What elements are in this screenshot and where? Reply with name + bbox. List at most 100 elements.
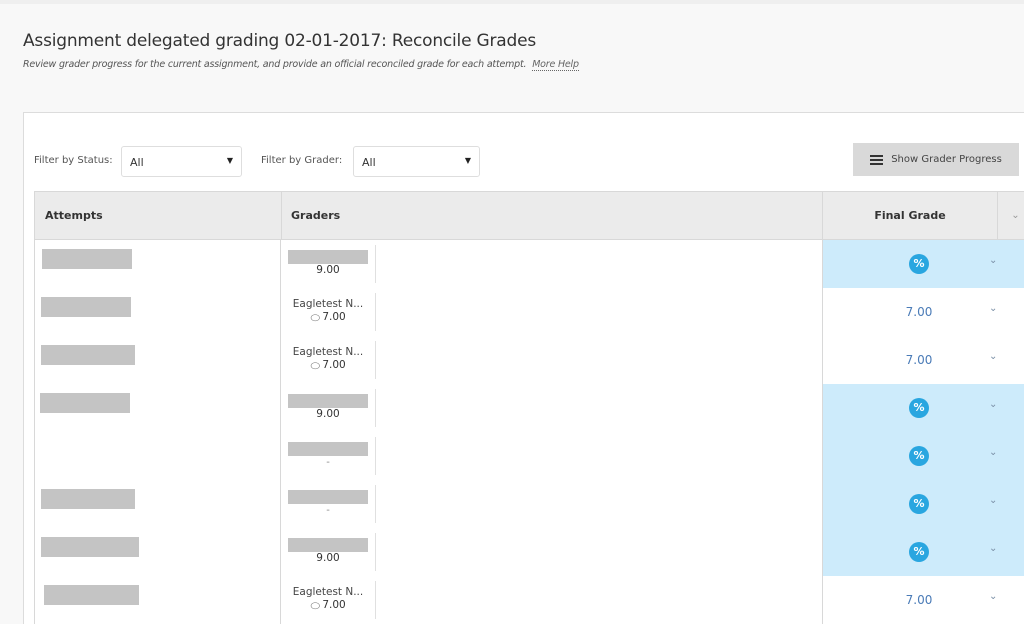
- filter-status-value: All: [130, 156, 144, 169]
- filter-grader-select[interactable]: All ▼: [353, 146, 480, 177]
- grader-score: 7.00: [322, 599, 346, 611]
- final-grade-value[interactable]: 7.00: [893, 305, 945, 319]
- filter-status-label: Filter by Status:: [34, 155, 113, 166]
- reconcile-icon[interactable]: %: [909, 542, 929, 562]
- chevron-down-icon[interactable]: ⌄: [989, 303, 997, 314]
- grader-name-redacted: [288, 538, 368, 552]
- chevron-down-icon[interactable]: ⌄: [989, 399, 997, 410]
- graders-cell: Eagletest N... ◯ 7.00: [281, 336, 822, 384]
- grader-chip[interactable]: Eagletest N... ◯ 7.00: [281, 581, 376, 619]
- grader-score-line: -: [281, 456, 375, 469]
- graders-cell: 9.00: [281, 384, 822, 432]
- final-grade-cell[interactable]: 7.00 ⌄: [822, 576, 1024, 624]
- grader-score: 7.00: [322, 311, 346, 323]
- attempt-name-redacted[interactable]: [42, 249, 132, 269]
- column-header-graders[interactable]: Graders: [281, 191, 823, 240]
- show-grader-progress-button[interactable]: Show Grader Progress: [853, 143, 1019, 176]
- attempt-name-redacted[interactable]: [41, 489, 135, 509]
- attempt-cell: [34, 432, 281, 480]
- final-grade-cell[interactable]: 7.00 ⌄: [822, 288, 1024, 336]
- table-row: - % ⌄: [34, 480, 1024, 528]
- grader-chip[interactable]: -: [281, 485, 376, 523]
- graders-cell: -: [281, 480, 822, 528]
- grader-chip[interactable]: -: [281, 437, 376, 475]
- attempt-name-redacted[interactable]: [40, 393, 130, 413]
- table-header: Attempts Graders Final Grade ⌄: [34, 191, 1024, 240]
- table-row: 9.00 % ⌄: [34, 384, 1024, 432]
- attempt-cell: [34, 528, 281, 576]
- grader-name-redacted: [288, 442, 368, 456]
- table-row: 9.00 % ⌄: [34, 240, 1024, 288]
- grader-score: 9.00: [316, 264, 340, 276]
- table-row: Eagletest N... ◯ 7.00 7.00 ⌄: [34, 336, 1024, 384]
- grader-chip[interactable]: 9.00: [281, 533, 376, 571]
- column-header-label: Final Grade: [874, 209, 946, 222]
- attempt-cell: [34, 336, 281, 384]
- top-bar: [0, 0, 1024, 4]
- attempt-name-redacted[interactable]: [41, 537, 139, 557]
- chevron-down-icon[interactable]: ⌄: [989, 447, 997, 458]
- final-grade-cell[interactable]: % ⌄: [822, 528, 1024, 576]
- chevron-down-icon[interactable]: ⌄: [989, 351, 997, 362]
- final-grade-cell[interactable]: % ⌄: [822, 384, 1024, 432]
- filter-grader-value: All: [362, 156, 376, 169]
- grader-score: 9.00: [316, 552, 340, 564]
- page-title: Assignment delegated grading 02-01-2017:…: [23, 31, 537, 51]
- column-header-final-grade[interactable]: Final Grade: [822, 191, 998, 240]
- final-grade-cell[interactable]: % ⌄: [822, 480, 1024, 528]
- grader-score-line: 9.00: [281, 408, 375, 421]
- attempt-name-redacted[interactable]: [44, 585, 139, 605]
- grader-name-redacted: [288, 490, 368, 504]
- reconcile-icon[interactable]: %: [909, 446, 929, 466]
- grader-score: 7.00: [322, 359, 346, 371]
- graders-cell: 9.00: [281, 240, 822, 288]
- grader-name-redacted: [288, 394, 368, 408]
- comment-icon[interactable]: ◯: [310, 362, 320, 372]
- final-grade-value[interactable]: 7.00: [893, 593, 945, 607]
- final-grade-value[interactable]: 7.00: [893, 353, 945, 367]
- column-header-label: Attempts: [45, 209, 103, 222]
- graders-cell: 9.00: [281, 528, 822, 576]
- grader-score-line: ◯ 7.00: [281, 359, 375, 373]
- grader-chip[interactable]: 9.00: [281, 389, 376, 427]
- comment-icon[interactable]: ◯: [310, 314, 320, 324]
- table-row: Eagletest N... ◯ 7.00 7.00 ⌄: [34, 288, 1024, 336]
- graders-cell: Eagletest N... ◯ 7.00: [281, 576, 822, 624]
- more-help-link[interactable]: More Help: [532, 59, 579, 71]
- reconcile-icon[interactable]: %: [909, 254, 929, 274]
- comment-icon[interactable]: ◯: [310, 602, 320, 612]
- table-row: Eagletest N... ◯ 7.00 7.00 ⌄: [34, 576, 1024, 624]
- reconcile-icon[interactable]: %: [909, 494, 929, 514]
- final-grade-cell[interactable]: % ⌄: [822, 240, 1024, 288]
- grader-name: Eagletest N...: [292, 586, 364, 598]
- chevron-down-icon[interactable]: ⌄: [989, 495, 997, 506]
- column-header-attempts[interactable]: Attempts: [34, 191, 282, 240]
- attempt-cell: [34, 384, 281, 432]
- attempt-name-redacted[interactable]: [41, 345, 135, 365]
- chevron-down-icon[interactable]: ⌄: [989, 255, 997, 266]
- page-subtitle: Review grader progress for the current a…: [23, 59, 579, 71]
- table-row: - % ⌄: [34, 432, 1024, 480]
- page-description: Review grader progress for the current a…: [23, 59, 527, 70]
- grader-chip[interactable]: 9.00: [281, 245, 376, 283]
- grader-name-redacted: [288, 250, 368, 264]
- grader-name: Eagletest N...: [292, 346, 364, 358]
- reconcile-icon[interactable]: %: [909, 398, 929, 418]
- grader-chip[interactable]: Eagletest N... ◯ 7.00: [281, 293, 376, 331]
- show-grader-progress-label: Show Grader Progress: [891, 154, 1002, 165]
- grader-chip[interactable]: Eagletest N... ◯ 7.00: [281, 341, 376, 379]
- filter-grader-label: Filter by Grader:: [261, 155, 343, 166]
- chevron-down-icon[interactable]: ⌄: [989, 543, 997, 554]
- column-menu-button[interactable]: ⌄: [997, 191, 1024, 240]
- column-header-label: Graders: [291, 209, 341, 222]
- filter-status-select[interactable]: All ▼: [121, 146, 242, 177]
- final-grade-cell[interactable]: % ⌄: [822, 432, 1024, 480]
- attempt-cell: [34, 576, 281, 624]
- dropdown-arrow-icon: ▼: [464, 156, 471, 165]
- final-grade-cell[interactable]: 7.00 ⌄: [822, 336, 1024, 384]
- chevron-down-icon[interactable]: ⌄: [989, 591, 997, 602]
- graders-cell: -: [281, 432, 822, 480]
- attempt-name-redacted[interactable]: [41, 297, 131, 317]
- grades-table: Attempts Graders Final Grade ⌄ 9.00 % ⌄: [34, 191, 1024, 624]
- attempt-cell: [34, 480, 281, 528]
